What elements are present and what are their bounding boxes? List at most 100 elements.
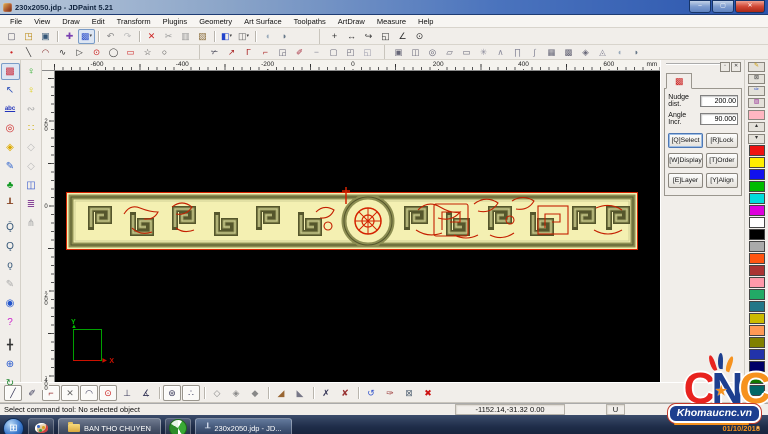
- color-swatch-5[interactable]: [749, 205, 765, 216]
- color-swatch-14[interactable]: [749, 313, 765, 324]
- rotate-axis-button[interactable]: ↺: [362, 385, 380, 401]
- nudge-dist-input[interactable]: [700, 95, 738, 107]
- lamp-on-button[interactable]: ♀: [22, 63, 41, 80]
- draw-line-button[interactable]: ╲: [20, 45, 37, 59]
- current-color-swatch[interactable]: [748, 110, 765, 120]
- cut-button[interactable]: ✂: [160, 29, 177, 44]
- color-swatch-15[interactable]: [749, 325, 765, 336]
- measure-distance-button[interactable]: ↔: [343, 29, 360, 44]
- offset-button[interactable]: −: [308, 45, 325, 59]
- color-swatch-16[interactable]: [749, 337, 765, 348]
- display-mode-button[interactable]: [W]Display: [668, 153, 702, 168]
- chamfer-button[interactable]: ⌐: [257, 45, 274, 59]
- stamp-relief-button[interactable]: ◫: [235, 29, 252, 44]
- green-app-icon[interactable]: [165, 418, 191, 434]
- snap-grid-b-button[interactable]: ◈: [227, 385, 245, 401]
- layer-mode-button[interactable]: [E]Layer: [668, 173, 702, 188]
- brush-tool-button[interactable]: ✎: [1, 158, 20, 175]
- node-edit-tool-button[interactable]: ↖: [1, 82, 20, 99]
- color-swatch-13[interactable]: [749, 301, 765, 312]
- text-tool-button[interactable]: abc: [1, 101, 20, 118]
- mesh-button[interactable]: ▦: [543, 45, 560, 59]
- taskbar-folder-button[interactable]: BAN THO CHUYEN: [58, 418, 161, 434]
- snap-off-b-button[interactable]: ✘: [336, 385, 354, 401]
- color-swatch-18[interactable]: [749, 361, 765, 372]
- draw-rectangle-button[interactable]: ▭: [122, 45, 139, 59]
- color-swatch-12[interactable]: [749, 289, 765, 300]
- hatch-pen-button[interactable]: ✐: [291, 45, 308, 59]
- palette-scroll-up-button[interactable]: ▴: [748, 122, 765, 132]
- corner-rect-button[interactable]: ◲: [274, 45, 291, 59]
- color-swatch-17[interactable]: [749, 349, 765, 360]
- snap-grid-c-button[interactable]: ◆: [246, 385, 264, 401]
- delete-all-button[interactable]: ✖: [419, 385, 437, 401]
- texture-frame-button[interactable]: ◈: [577, 45, 594, 59]
- pen-view-button[interactable]: ✎: [1, 276, 20, 293]
- pattern-fill-tool[interactable]: ▨: [748, 98, 765, 108]
- measure-circle-button[interactable]: ⊙: [411, 29, 428, 44]
- menu-plugins[interactable]: Plugins: [157, 17, 194, 26]
- zoom-window-button[interactable]: ⊕: [1, 356, 20, 373]
- wedge-tool-a-button[interactable]: ◢: [272, 385, 290, 401]
- redo-button[interactable]: ↷: [119, 29, 136, 44]
- mesh-cross-button[interactable]: ▩: [560, 45, 577, 59]
- lamp-off-button[interactable]: ♀: [22, 82, 41, 99]
- menu-help[interactable]: Help: [412, 17, 439, 26]
- color-swatch-19[interactable]: [749, 373, 765, 384]
- trim-button[interactable]: ✃: [206, 45, 223, 59]
- fill-tool-button[interactable]: ◈: [1, 139, 20, 156]
- panel-restore-button[interactable]: ▫: [720, 62, 730, 72]
- snap-points-button[interactable]: ∷: [22, 120, 41, 137]
- select-mode-button[interactable]: [Q]Select: [668, 133, 702, 148]
- fillet-button[interactable]: Γ: [240, 45, 257, 59]
- pan-tool-button[interactable]: ╋: [1, 337, 20, 354]
- query-tool-button[interactable]: ?: [1, 314, 20, 331]
- taskbar-jdpaint-button[interactable]: ┸ 230x2050.jdp - JD...: [195, 418, 292, 434]
- zigzag-button[interactable]: ∧: [492, 45, 509, 59]
- layer-stack-button[interactable]: ◫: [22, 177, 41, 194]
- wedge-tool-b-button[interactable]: ◣: [291, 385, 309, 401]
- relief-dark-2-button[interactable]: ◗: [628, 45, 645, 59]
- undo-button[interactable]: ↶: [102, 29, 119, 44]
- measure-angle-button[interactable]: ∠: [394, 29, 411, 44]
- panel-close-button[interactable]: ✕: [731, 62, 741, 72]
- menu-artdraw[interactable]: ArtDraw: [332, 17, 371, 26]
- color-swatch-20[interactable]: [749, 385, 765, 396]
- color-swatch-7[interactable]: [749, 229, 765, 240]
- snap-smart-pen-button[interactable]: ✐: [23, 385, 41, 401]
- color-swatch-3[interactable]: [749, 181, 765, 192]
- measure-point-button[interactable]: +: [326, 29, 343, 44]
- shear-button[interactable]: ▱: [441, 45, 458, 59]
- save-file-button[interactable]: ▣: [37, 29, 54, 44]
- spline-tool-button[interactable]: ∫: [526, 45, 543, 59]
- claw-tool-button[interactable]: ⋔: [22, 215, 41, 232]
- palette-dropdown-button[interactable]: ▾: [748, 134, 765, 144]
- menu-geometry[interactable]: Geometry: [193, 17, 238, 26]
- draw-curve-button[interactable]: ∿: [54, 45, 71, 59]
- lock-mode-button[interactable]: [R]Lock: [706, 133, 738, 148]
- pen-edit-button[interactable]: ✑: [381, 385, 399, 401]
- order-mode-button[interactable]: [T]Order: [706, 153, 738, 168]
- row-list-button[interactable]: ≣: [22, 196, 41, 213]
- unit-toggle-button[interactable]: U: [606, 404, 625, 415]
- snap-grid-a-button[interactable]: ◇: [208, 385, 226, 401]
- snap-line-button[interactable]: ╱: [4, 385, 22, 401]
- color-swatch-9[interactable]: [749, 253, 765, 264]
- relief-light-2-button[interactable]: ◖: [611, 45, 628, 59]
- round-rect-button[interactable]: ▢: [325, 45, 342, 59]
- ungroup-button[interactable]: ◱: [359, 45, 376, 59]
- pen-color-tool[interactable]: ✎: [748, 62, 765, 72]
- ring-array-button[interactable]: ◎: [424, 45, 441, 59]
- relief-preview-dark-button[interactable]: ◗: [276, 29, 293, 44]
- snap-cross-button[interactable]: ✕: [61, 385, 79, 401]
- wire-display-button[interactable]: ∾: [22, 101, 41, 118]
- zoom-page-button[interactable]: Ǭ: [1, 219, 20, 236]
- facet-a-button[interactable]: ◇: [22, 139, 41, 156]
- copy-button[interactable]: ▥: [177, 29, 194, 44]
- menu-view[interactable]: View: [28, 17, 56, 26]
- mirror-button[interactable]: ◫: [407, 45, 424, 59]
- paint-app-icon[interactable]: [28, 418, 54, 434]
- color-swatch-8[interactable]: [749, 241, 765, 252]
- draw-point-button[interactable]: •: [3, 45, 20, 59]
- tray-expand-icon[interactable]: ▲: [755, 425, 761, 431]
